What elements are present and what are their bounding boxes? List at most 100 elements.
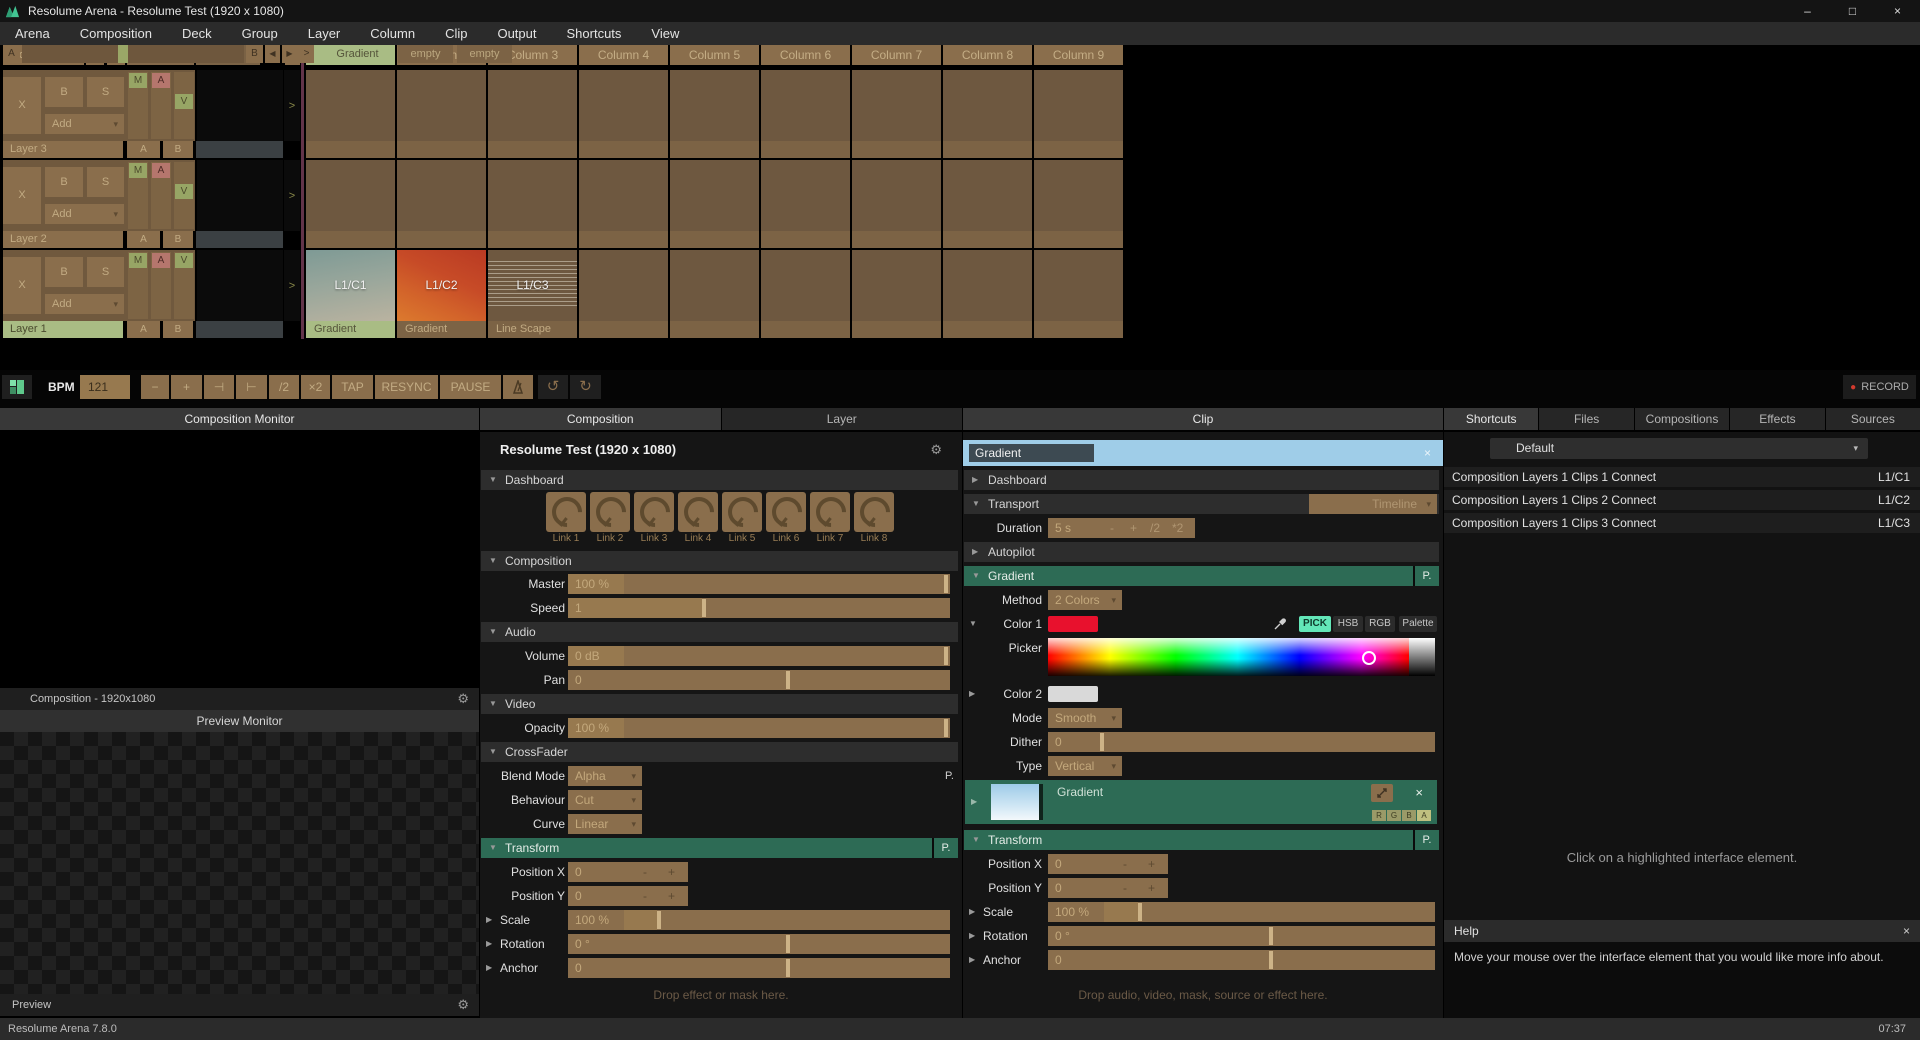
clip-name-input[interactable]: Gradient bbox=[969, 444, 1094, 462]
clip-cell[interactable] bbox=[852, 160, 941, 231]
tab-sources[interactable]: Sources bbox=[1826, 408, 1920, 430]
clip-cell[interactable] bbox=[943, 250, 1032, 321]
crossfader-a-button[interactable]: A bbox=[3, 45, 20, 63]
menu-output[interactable]: Output bbox=[482, 22, 551, 45]
menu-clip[interactable]: Clip bbox=[430, 22, 482, 45]
column-header-9[interactable]: Column 9 bbox=[1034, 45, 1123, 65]
expand-button[interactable] bbox=[1371, 784, 1393, 802]
tab-compositions[interactable]: Compositions bbox=[1635, 408, 1729, 430]
volume-slider[interactable]: 0 dB bbox=[568, 646, 950, 666]
type-dropdown[interactable]: Vertical▾ bbox=[1048, 756, 1122, 776]
rotation-slider[interactable]: 0 ° bbox=[1048, 926, 1435, 946]
layer-crossfader-b-button[interactable]: B bbox=[163, 231, 193, 248]
section-composition[interactable]: ▼Composition bbox=[481, 551, 958, 571]
layer-crossfader-a-button[interactable]: A bbox=[127, 321, 160, 338]
metronome-button[interactable] bbox=[503, 375, 533, 399]
menu-deck[interactable]: Deck bbox=[167, 22, 227, 45]
layer-master-fader[interactable]: M bbox=[128, 162, 148, 229]
tab-composition[interactable]: Composition bbox=[480, 408, 721, 430]
clip-name-linescape[interactable]: Line Scape bbox=[488, 321, 577, 338]
grayscale-strip[interactable] bbox=[1409, 638, 1435, 676]
speed-slider[interactable]: 1 bbox=[568, 598, 950, 618]
clip-name-cell[interactable] bbox=[306, 231, 395, 248]
clip-name-cell[interactable] bbox=[1034, 141, 1123, 158]
clip-name-cell[interactable] bbox=[397, 141, 486, 158]
picker-cursor[interactable] bbox=[1362, 651, 1376, 665]
link-knob[interactable] bbox=[722, 492, 762, 532]
link-knob[interactable] bbox=[854, 492, 894, 532]
pan-slider[interactable]: 0 bbox=[568, 670, 950, 690]
color2-swatch[interactable] bbox=[1048, 686, 1098, 702]
tab-shortcuts[interactable]: Shortcuts bbox=[1444, 408, 1538, 430]
link-knob[interactable] bbox=[634, 492, 674, 532]
layer-bypass-button[interactable]: B bbox=[45, 167, 83, 197]
layer-bypass-button[interactable]: B bbox=[45, 257, 83, 287]
layer-master-fader[interactable]: M bbox=[128, 252, 148, 319]
menu-arena[interactable]: Arena bbox=[0, 22, 65, 45]
clip-cell[interactable] bbox=[1034, 250, 1123, 321]
column-header-8[interactable]: Column 8 bbox=[943, 45, 1032, 65]
clip-name-cell[interactable] bbox=[488, 231, 577, 248]
color1-swatch[interactable] bbox=[1048, 616, 1098, 632]
menu-column[interactable]: Column bbox=[355, 22, 430, 45]
clip-cell[interactable] bbox=[943, 160, 1032, 231]
clip-cell[interactable] bbox=[397, 160, 486, 231]
clip-name-cell[interactable] bbox=[852, 141, 941, 158]
clip-cell[interactable] bbox=[306, 160, 395, 231]
duration-field[interactable]: 5 s - + /2 *2 bbox=[1048, 518, 1195, 538]
clip-name-cell[interactable] bbox=[761, 231, 850, 248]
channel-a-button[interactable]: A bbox=[1417, 810, 1431, 821]
clip-cell[interactable] bbox=[306, 70, 395, 141]
clip-cell[interactable] bbox=[579, 70, 668, 141]
clip-name-cell[interactable] bbox=[670, 321, 759, 338]
layer-crossfader-a-button[interactable]: A bbox=[127, 141, 160, 158]
layer-audio-fader[interactable]: A bbox=[151, 72, 171, 139]
link-knob[interactable] bbox=[546, 492, 586, 532]
section-dashboard[interactable]: ▼ Dashboard bbox=[481, 470, 958, 490]
tab-files[interactable]: Files bbox=[1539, 408, 1633, 430]
clip-name-cell[interactable] bbox=[943, 231, 1032, 248]
preset-dropdown[interactable]: Default ▾ bbox=[1490, 438, 1868, 459]
clip-cell[interactable] bbox=[761, 70, 850, 141]
layer-close-button[interactable]: X bbox=[3, 257, 41, 314]
params-button[interactable]: P. bbox=[932, 838, 958, 858]
link-knob[interactable] bbox=[810, 492, 850, 532]
column-trigger-empty-1[interactable]: empty bbox=[398, 45, 453, 63]
tab-composition-monitor[interactable]: Composition Monitor bbox=[0, 408, 479, 430]
clip-name-cell[interactable] bbox=[1034, 321, 1123, 338]
position-y-field[interactable]: 0-+ bbox=[568, 886, 688, 906]
curve-dropdown[interactable]: Linear▾ bbox=[568, 814, 642, 834]
record-button[interactable]: ● RECORD bbox=[1843, 375, 1916, 399]
layer-solo-button[interactable]: S bbox=[87, 77, 124, 107]
rgb-mode-button[interactable]: RGB bbox=[1365, 616, 1395, 632]
layer-solo-button[interactable]: S bbox=[87, 167, 124, 197]
section-autopilot[interactable]: ▶Autopilot bbox=[964, 542, 1439, 562]
layer-crossfader-b-button[interactable]: B bbox=[163, 321, 193, 338]
close-icon[interactable]: × bbox=[1424, 440, 1431, 466]
eyedropper-icon[interactable] bbox=[1273, 617, 1287, 636]
triangle-closed-icon[interactable]: ▶ bbox=[971, 780, 977, 824]
menu-shortcuts[interactable]: Shortcuts bbox=[552, 22, 637, 45]
scale-slider[interactable]: 100 % bbox=[568, 910, 950, 930]
layer-blend-dropdown[interactable]: Add▾ bbox=[45, 114, 124, 134]
tab-effects[interactable]: Effects bbox=[1730, 408, 1824, 430]
link-knob[interactable] bbox=[678, 492, 718, 532]
layer-blend-dropdown[interactable]: Add▾ bbox=[45, 204, 124, 224]
clip-name-cell[interactable] bbox=[488, 141, 577, 158]
palette-mode-button[interactable]: Palette bbox=[1399, 616, 1437, 632]
clip-name-gradient[interactable]: Gradient bbox=[306, 321, 395, 338]
layer-crossfader-b-button[interactable]: B bbox=[163, 141, 193, 158]
clip-name-cell[interactable] bbox=[579, 321, 668, 338]
clip-cell[interactable] bbox=[1034, 70, 1123, 141]
clip-name-cell[interactable] bbox=[397, 231, 486, 248]
pause-button[interactable]: PAUSE bbox=[440, 375, 501, 399]
layer-video-fader[interactable]: V bbox=[174, 252, 194, 319]
layer-solo-button[interactable]: S bbox=[87, 257, 124, 287]
clip-cell[interactable] bbox=[670, 250, 759, 321]
bpm-double-button[interactable]: ×2 bbox=[301, 375, 330, 399]
tab-preview-monitor[interactable]: Preview Monitor bbox=[0, 710, 479, 732]
section-transport[interactable]: ▼Transport Timeline ▾ bbox=[964, 494, 1439, 514]
section-clip-dashboard[interactable]: ▶Dashboard bbox=[964, 470, 1439, 490]
crossfader-b-button[interactable]: B bbox=[246, 45, 263, 63]
clip-cell[interactable] bbox=[488, 70, 577, 141]
